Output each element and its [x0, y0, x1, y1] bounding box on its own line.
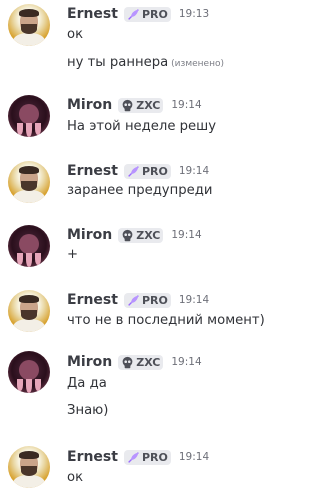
message-text-line: ну ты раннера (изменено) — [67, 55, 224, 70]
tag-label: ZXC — [136, 355, 161, 369]
avatar-miron[interactable] — [8, 225, 50, 267]
timestamp: 19:14 — [171, 229, 202, 241]
author-name[interactable]: Miron — [67, 354, 112, 370]
avatar-ernest[interactable] — [8, 290, 50, 332]
message-group: Ernest PRO 19:14 ок — [0, 446, 294, 499]
user-tag[interactable]: ZXC — [118, 354, 164, 370]
user-tag[interactable]: ZXC — [118, 97, 164, 113]
message-text: Знаю) — [67, 403, 109, 418]
feather-icon — [128, 165, 139, 177]
feather-icon — [128, 8, 139, 20]
message-text: + — [67, 247, 79, 262]
avatar-ernest[interactable] — [8, 446, 50, 488]
message-text: ну ты раннера — [67, 55, 169, 70]
timestamp: 19:14 — [178, 165, 210, 177]
feather-icon — [128, 294, 139, 306]
message-group: Ernest PRO 19:13 ок ну ты раннера (измене… — [0, 0, 294, 78]
message-header: Miron ZXC 19:14 — [67, 226, 202, 244]
message-group: Miron ZXC 19:14 На этой неделе решу — [0, 95, 294, 155]
author-name[interactable]: Miron — [67, 97, 112, 113]
skull-icon — [122, 99, 133, 111]
skull-icon — [122, 356, 133, 368]
tag-label: PRO — [141, 450, 168, 464]
message-text: заранее предупреди — [67, 183, 213, 198]
avatar-miron[interactable] — [8, 95, 50, 137]
avatar-ernest[interactable] — [8, 4, 50, 46]
message-header: Miron ZXC 19:14 — [67, 353, 202, 371]
message-text: ок — [67, 27, 84, 42]
message-header: Ernest PRO 19:14 — [67, 291, 209, 309]
timestamp: 19:14 — [171, 99, 202, 111]
avatar-ernest[interactable] — [8, 161, 50, 203]
author-name[interactable]: Ernest — [67, 292, 118, 308]
timestamp: 19:13 — [178, 8, 210, 20]
edited-label: (изменено) — [171, 59, 224, 69]
skull-icon — [122, 229, 133, 241]
author-name[interactable]: Ernest — [67, 449, 118, 465]
user-tag[interactable]: PRO — [123, 163, 171, 179]
tag-label: PRO — [141, 293, 168, 307]
tag-label: PRO — [141, 164, 168, 178]
author-name[interactable]: Ernest — [67, 6, 118, 22]
message-group: Miron ZXC 19:14 Да да Знаю) — [0, 351, 294, 431]
timestamp: 19:14 — [178, 294, 210, 306]
message-text: ок — [67, 470, 84, 485]
user-tag[interactable]: PRO — [123, 6, 171, 22]
message-text: На этой неделе решу — [67, 119, 216, 134]
tag-label: ZXC — [136, 228, 161, 242]
message-text: что не в последний момент) — [67, 313, 265, 328]
user-tag[interactable]: ZXC — [118, 227, 164, 243]
message-header: Ernest PRO 19:14 — [67, 448, 209, 466]
tag-label: PRO — [141, 7, 168, 21]
message-header: Miron ZXC 19:14 — [67, 96, 202, 114]
avatar-miron[interactable] — [8, 351, 50, 393]
author-name[interactable]: Miron — [67, 227, 112, 243]
user-tag[interactable]: PRO — [123, 449, 171, 465]
message-header: Ernest PRO 19:14 — [67, 162, 209, 180]
user-tag[interactable]: PRO — [123, 292, 171, 308]
message-text: Да да — [67, 376, 107, 391]
message-header: Ernest PRO 19:13 — [67, 5, 209, 23]
timestamp: 19:14 — [178, 451, 210, 463]
message-group: Miron ZXC 19:14 + — [0, 225, 294, 285]
tag-label: ZXC — [136, 98, 161, 112]
author-name[interactable]: Ernest — [67, 163, 118, 179]
timestamp: 19:14 — [171, 356, 202, 368]
message-group: Ernest PRO 19:14 что не в последний моме… — [0, 290, 294, 350]
message-group: Ernest PRO 19:14 заранее предупреди — [0, 161, 294, 221]
feather-icon — [128, 451, 139, 463]
